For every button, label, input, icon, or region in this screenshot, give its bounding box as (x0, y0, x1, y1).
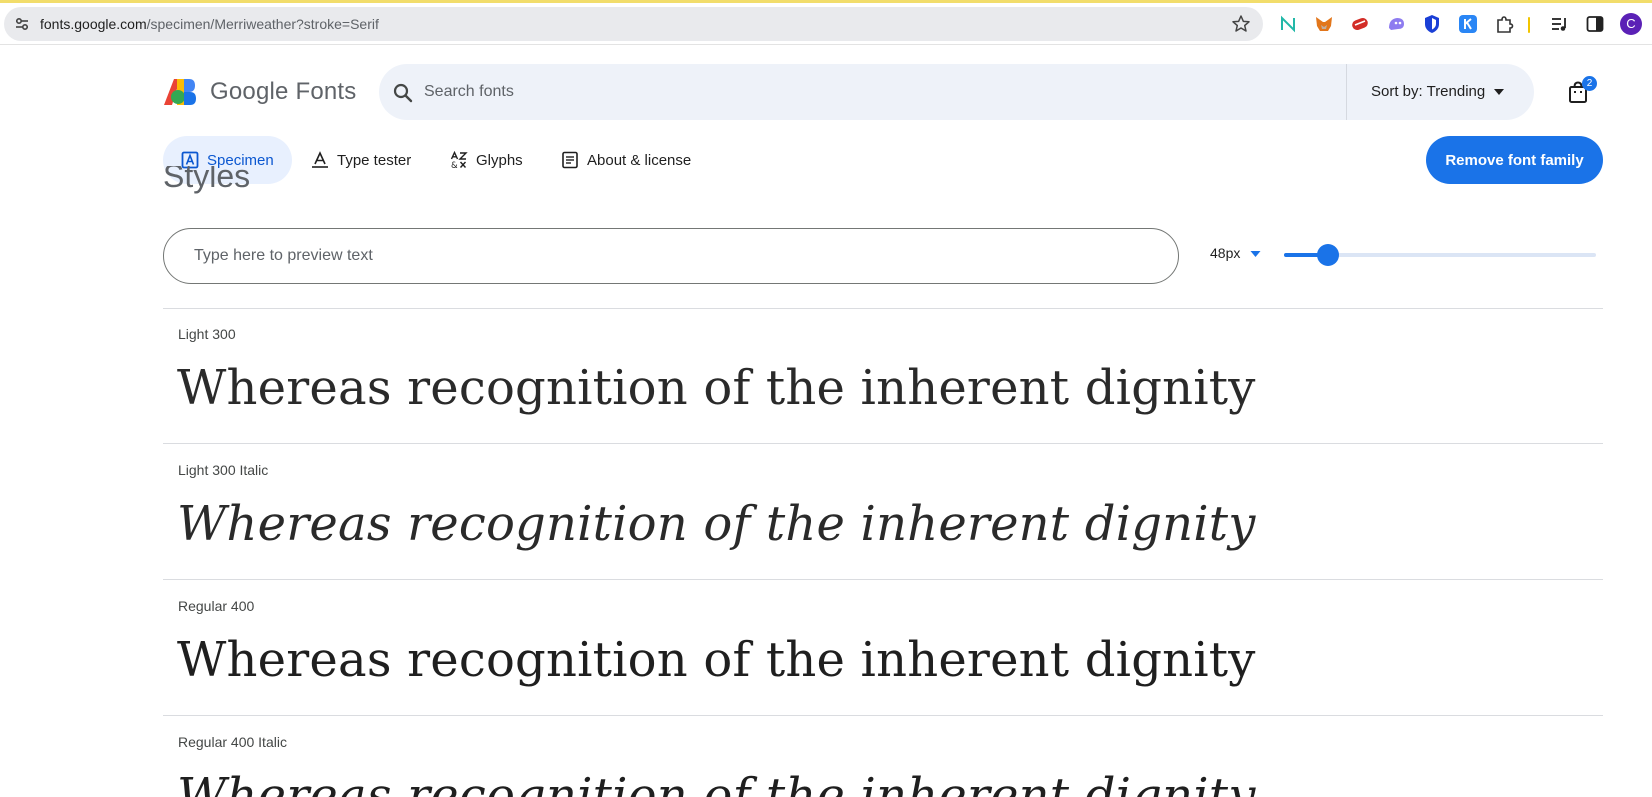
style-label: Regular 400 (178, 598, 255, 614)
search-icon (393, 83, 413, 103)
style-sample-light-300-italic[interactable]: Whereas recognition of the inherent dign… (177, 496, 1256, 552)
glyphs-icon: & (450, 151, 468, 169)
bookmark-star-icon[interactable] (1231, 14, 1251, 34)
tab-about-license-label: About & license (587, 151, 692, 169)
metamask-icon[interactable] (1314, 14, 1334, 34)
type-tester-icon (312, 151, 328, 168)
k-icon[interactable] (1458, 14, 1478, 34)
toolbar-separator (1528, 17, 1530, 33)
tab-about-license[interactable]: About & license (543, 136, 709, 184)
lastpass-icon[interactable] (1350, 14, 1370, 34)
cart-count-badge: 2 (1582, 76, 1597, 91)
divider (163, 715, 1603, 716)
font-size-select[interactable]: 48px (1210, 245, 1240, 261)
divider (163, 443, 1603, 444)
url-path: /specimen/Merriweather?stroke=Serif (146, 16, 379, 32)
tab-type-tester-label: Type tester (337, 151, 412, 169)
puzzle-icon[interactable] (1494, 14, 1514, 34)
ghost-icon[interactable] (1386, 14, 1406, 34)
url-host: fonts.google.com (40, 16, 147, 32)
divider (163, 308, 1603, 309)
tab-glyphs-label: Glyphs (476, 151, 523, 169)
slider-thumb[interactable] (1316, 244, 1339, 266)
address-bar[interactable]: fonts.google.com/specimen/Merriweather?s… (4, 7, 1263, 41)
style-sample-light-300[interactable]: Whereas recognition of the inherent dign… (177, 360, 1256, 416)
section-heading-text: Styles (163, 166, 251, 194)
sort-divider (1346, 64, 1347, 120)
notion-icon[interactable] (1278, 14, 1298, 34)
profile-avatar[interactable]: C (1620, 13, 1642, 35)
browser-toolbar: fonts.google.com/specimen/Merriweather?s… (0, 3, 1652, 45)
preview-text-input[interactable] (163, 228, 1179, 284)
document-icon (562, 151, 578, 169)
size-chevron-down-icon[interactable] (1250, 250, 1261, 258)
tab-glyphs[interactable]: & Glyphs (432, 136, 541, 184)
tab-type-tester[interactable]: Type tester (293, 136, 429, 184)
svg-text:&: & (451, 161, 458, 169)
style-sample-regular-400-italic[interactable]: Whereas recognition of the inherent dign… (177, 768, 1256, 797)
search-input[interactable] (424, 74, 1324, 110)
style-label: Light 300 (178, 326, 236, 342)
style-label: Light 300 Italic (178, 462, 269, 478)
google-fonts-logo-icon[interactable] (164, 79, 196, 105)
font-size-slider[interactable] (1284, 244, 1596, 266)
remove-font-family-button[interactable]: Remove font family (1426, 136, 1603, 184)
google-fonts-logo-text[interactable]: Google Fonts (210, 78, 356, 106)
media-icon[interactable] (1550, 14, 1570, 34)
shield-icon[interactable] (1422, 14, 1442, 34)
divider (163, 579, 1603, 580)
url-text[interactable]: fonts.google.com/specimen/Merriweather?s… (40, 16, 379, 32)
section-heading: Styles (163, 166, 250, 198)
sort-dropdown[interactable]: Sort by: Trending (1371, 83, 1485, 100)
site-settings-icon[interactable] (14, 16, 30, 32)
style-label: Regular 400 Italic (178, 734, 287, 750)
side-panel-icon[interactable] (1585, 14, 1605, 34)
chevron-down-icon[interactable] (1493, 87, 1505, 97)
style-sample-regular-400[interactable]: Whereas recognition of the inherent dign… (177, 632, 1256, 688)
